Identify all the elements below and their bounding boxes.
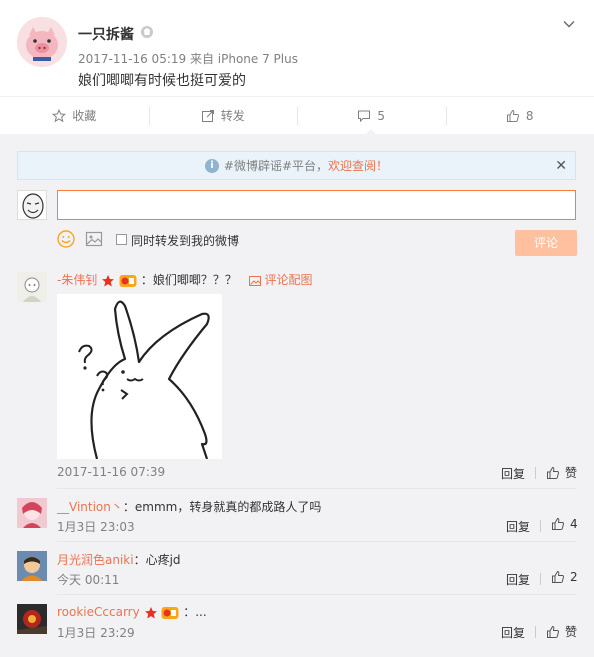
forward-checkbox-label[interactable]: 同时转发到我的微博 (131, 232, 239, 249)
divider (540, 573, 541, 585)
comment-author[interactable]: -朱伟钊 (57, 273, 97, 287)
notice-text: #微博辟谣#平台， (223, 159, 329, 173)
comment-time: 2017-11-16 07:39 (57, 465, 166, 479)
comment-time: 1月3日 23:29 (57, 626, 135, 640)
comment-author[interactable]: rookieCccarry (57, 605, 140, 619)
comment-content: __Vintion丶：emmm，转身就真的都成路人了吗 (57, 498, 321, 515)
favorite-label: 收藏 (72, 109, 97, 123)
post-timestamp[interactable]: 2017-11-16 05:19 (78, 52, 186, 66)
comment-separator (57, 488, 577, 489)
comment-time: 今天 00:11 (57, 573, 120, 587)
favorite-button[interactable]: 收藏 (0, 97, 149, 134)
forward-label: 转发 (220, 109, 245, 123)
thumbs-up-icon (506, 109, 519, 122)
star-badge-icon[interactable] (101, 274, 115, 288)
comment-text: ：... (183, 605, 207, 619)
comment-text: ：娘们唧唧？？？ (140, 273, 237, 287)
divider (540, 520, 541, 532)
fan-badge-icon[interactable] (161, 606, 179, 620)
comment-count: 5 (377, 108, 386, 123)
comment-icon (358, 110, 371, 122)
comment-author[interactable]: __Vintion丶 (57, 500, 123, 514)
image-icon[interactable] (85, 230, 103, 248)
share-icon (201, 109, 214, 122)
divider (535, 626, 536, 638)
like-count: 8 (525, 108, 534, 123)
comment-picture-label: 评论配图 (264, 273, 313, 287)
reply-button[interactable]: 回复 (501, 624, 525, 641)
forward-button[interactable]: 转发 (148, 97, 298, 134)
comments-panel: i #微博辟谣#平台， 欢迎查阅！ ✕ 同时转发到我的微博 评论 -朱伟钊 ：娘… (0, 134, 594, 657)
comment-avatar[interactable] (17, 272, 47, 302)
divider (535, 467, 536, 479)
thumbs-up-icon (547, 625, 559, 638)
comment-like-button[interactable]: 2 (551, 570, 578, 584)
notice-link[interactable]: 欢迎查阅！ (328, 157, 388, 174)
post-text: 娘们唧唧有时候也挺可爱的 (78, 73, 246, 89)
comment-separator (57, 541, 577, 542)
reply-button[interactable]: 回复 (506, 518, 530, 535)
comment-picture-link[interactable]: 评论配图 (248, 273, 313, 287)
thumbs-up-icon (552, 570, 564, 583)
comment-like-button[interactable]: 赞 (546, 464, 577, 481)
comment-avatar[interactable] (17, 604, 47, 634)
comment-avatar[interactable] (17, 551, 47, 581)
emoji-icon[interactable] (57, 230, 75, 248)
vip-badge-icon[interactable] (140, 25, 154, 39)
thumbs-up-icon (547, 466, 559, 479)
post-meta: 2017-11-16 05:19 来自 iPhone 7 Plus (78, 50, 298, 67)
fan-badge-icon[interactable] (119, 274, 137, 288)
close-icon[interactable]: ✕ (555, 158, 567, 174)
comment-input[interactable] (57, 190, 576, 220)
comment-like-count: 4 (570, 517, 578, 531)
comment-content: 月光润色aniki：心疼jd (57, 551, 181, 568)
author-name[interactable]: 一只拆酱 (78, 24, 134, 44)
comment-content: -朱伟钊 ：娘们唧唧？？？ 评论配图 (57, 271, 313, 288)
comment-like-count: 2 (570, 570, 578, 584)
star-badge-icon[interactable] (144, 606, 158, 620)
thumbs-up-icon (552, 517, 564, 530)
comment-image[interactable] (57, 294, 222, 460)
like-button[interactable]: 8 (445, 97, 594, 134)
comment-like-button[interactable]: 赞 (546, 623, 577, 640)
my-avatar[interactable] (17, 190, 47, 220)
comment-like-label: 赞 (565, 625, 578, 639)
notice-bar: i #微博辟谣#平台， 欢迎查阅！ ✕ (17, 151, 576, 180)
star-icon (52, 108, 67, 122)
author-avatar[interactable] (17, 17, 67, 67)
comment-text: ：emmm，转身就真的都成路人了吗 (122, 500, 322, 514)
reply-button[interactable]: 回复 (506, 571, 530, 588)
picture-icon (248, 275, 261, 286)
comment-time: 1月3日 23:03 (57, 520, 135, 534)
comment-like-button[interactable]: 4 (551, 517, 578, 531)
submit-comment-button[interactable]: 评论 (515, 230, 577, 256)
post-source: 来自 iPhone 7 Plus (189, 52, 298, 66)
comment-button[interactable]: 5 (297, 97, 446, 135)
comment-like-label: 赞 (565, 466, 578, 480)
reply-button[interactable]: 回复 (501, 465, 525, 482)
info-icon: i (204, 158, 219, 173)
comment-text: ：心疼jd (133, 553, 181, 567)
post-action-bar: 收藏 转发 5 8 (0, 96, 594, 135)
comment-content: rookieCccarry ：... (57, 603, 207, 620)
chevron-down-icon[interactable] (562, 17, 576, 31)
comment-separator (57, 594, 577, 595)
comment-author[interactable]: 月光润色aniki (57, 553, 134, 567)
comment-avatar[interactable] (17, 498, 47, 528)
post-card: 一只拆酱 2017-11-16 05:19 来自 iPhone 7 Plus 娘… (0, 0, 594, 96)
forward-checkbox[interactable] (116, 234, 127, 245)
